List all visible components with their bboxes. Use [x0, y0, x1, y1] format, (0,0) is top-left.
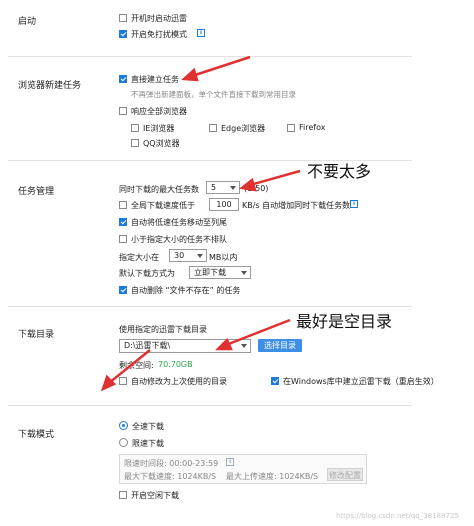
- arrow-path: [214, 318, 291, 351]
- arrow-max-tasks: [238, 169, 301, 192]
- arrow-direct-create: [180, 55, 251, 82]
- arrow-auto-modify: [100, 349, 151, 392]
- annotation-arrows: [100, 55, 301, 392]
